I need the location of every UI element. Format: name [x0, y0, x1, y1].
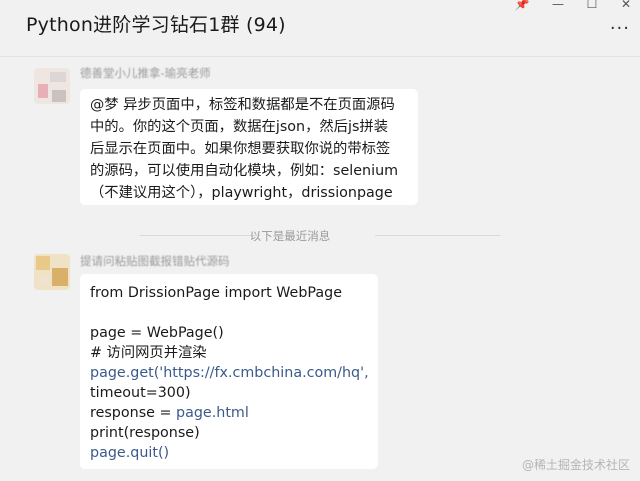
sender-name[interactable]: 德善堂小儿推拿-瑜亮老师 [80, 65, 211, 81]
sender-name[interactable]: 提请问粘贴图截报错贴代源码 [80, 253, 230, 269]
maximize-icon[interactable]: ☐ [582, 0, 602, 11]
code-line: from DrissionPage import WebPage [90, 285, 343, 301]
code-line: timeout=300) [90, 385, 191, 401]
message-bubble[interactable]: @梦 异步页面中，标签和数据都是不在页面源码 中的。你的这个页面，数据在json… [80, 89, 418, 205]
message-line: 中的。你的这个页面，数据在json，然后js拼装 [90, 119, 388, 135]
watermark: @稀土掘金技术社区 [521, 458, 630, 472]
code-message-bubble[interactable]: from DrissionPage import WebPage page = … [80, 274, 378, 469]
code-line: response = page.html [90, 405, 249, 421]
chat-header: Python进阶学习钻石1群 (94) 📌 — ☐ ✕ ··· [0, 0, 640, 57]
code-line: page.get('https://fx.cmbchina.com/hq', [90, 365, 369, 381]
recent-messages-divider: 以下是最近消息 [80, 228, 500, 243]
code-line: page = WebPage() [90, 325, 224, 341]
message-line: （不建议用这个），playwright，drissionpage [90, 185, 393, 201]
code-line: print(response) [90, 425, 200, 441]
avatar[interactable] [34, 254, 70, 290]
minimize-icon[interactable]: — [548, 0, 568, 11]
divider-text: 以下是最近消息 [249, 229, 331, 243]
close-icon[interactable]: ✕ [616, 0, 636, 11]
code-line: # 访问网页并渲染 [90, 345, 207, 361]
more-options-icon[interactable]: ··· [610, 18, 630, 39]
message-line: @梦 异步页面中，标签和数据都是不在页面源码 [90, 97, 395, 113]
message-line: 后显示在页面中。如果你想要获取你说的带标签 [90, 141, 391, 157]
code-line: page.quit() [90, 445, 170, 461]
avatar[interactable] [34, 68, 70, 104]
chat-title: Python进阶学习钻石1群 (94) [26, 14, 286, 36]
pin-icon[interactable]: 📌 [512, 0, 532, 11]
message-line: 的源码，可以使用自动化模块，例如：selenium [90, 163, 399, 179]
